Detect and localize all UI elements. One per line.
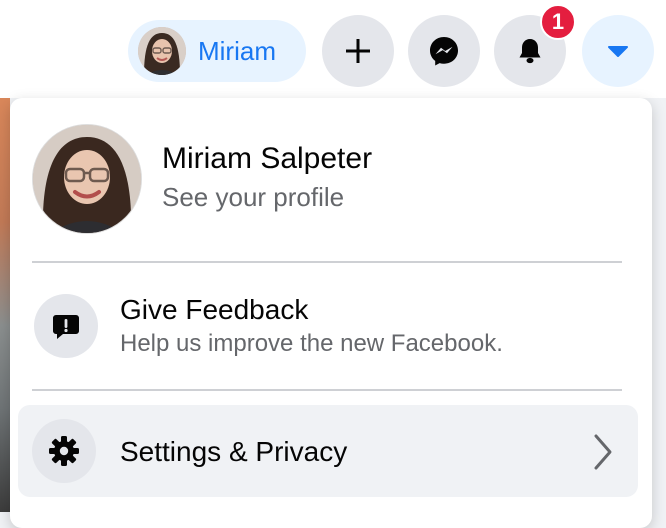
avatar [138,27,186,75]
profile-link[interactable]: Miriam Salpeter See your profile [32,124,634,236]
give-feedback-item[interactable]: Give Feedback Help us improve the new Fa… [18,280,638,376]
profile-name: Miriam Salpeter [162,142,373,175]
see-profile-label: See your profile [162,182,345,212]
create-button[interactable] [322,15,394,87]
plus-icon [346,39,370,63]
notification-badge: 1 [540,4,576,40]
profile-chip-name: Miriam [198,36,276,66]
top-bar: Miriam 1 [0,0,666,98]
background-content [0,98,10,512]
gear-icon [32,419,96,483]
bell-icon [519,39,541,64]
divider [32,389,622,391]
profile-avatar [32,124,142,234]
chevron-right-icon [594,434,612,470]
account-menu-button[interactable] [582,15,654,87]
profile-chip[interactable]: Miriam [128,20,306,82]
give-feedback-subtitle: Help us improve the new Facebook. [120,330,503,357]
caret-down-icon [608,46,628,57]
feedback-icon [34,294,98,358]
divider [32,261,622,263]
settings-privacy-title: Settings & Privacy [120,436,348,467]
account-dropdown-menu: Miriam Salpeter See your profile Give Fe… [10,98,652,528]
settings-privacy-item[interactable]: Settings & Privacy [18,405,638,497]
messenger-icon [430,37,458,66]
give-feedback-title: Give Feedback [120,294,309,325]
messenger-button[interactable] [408,15,480,87]
